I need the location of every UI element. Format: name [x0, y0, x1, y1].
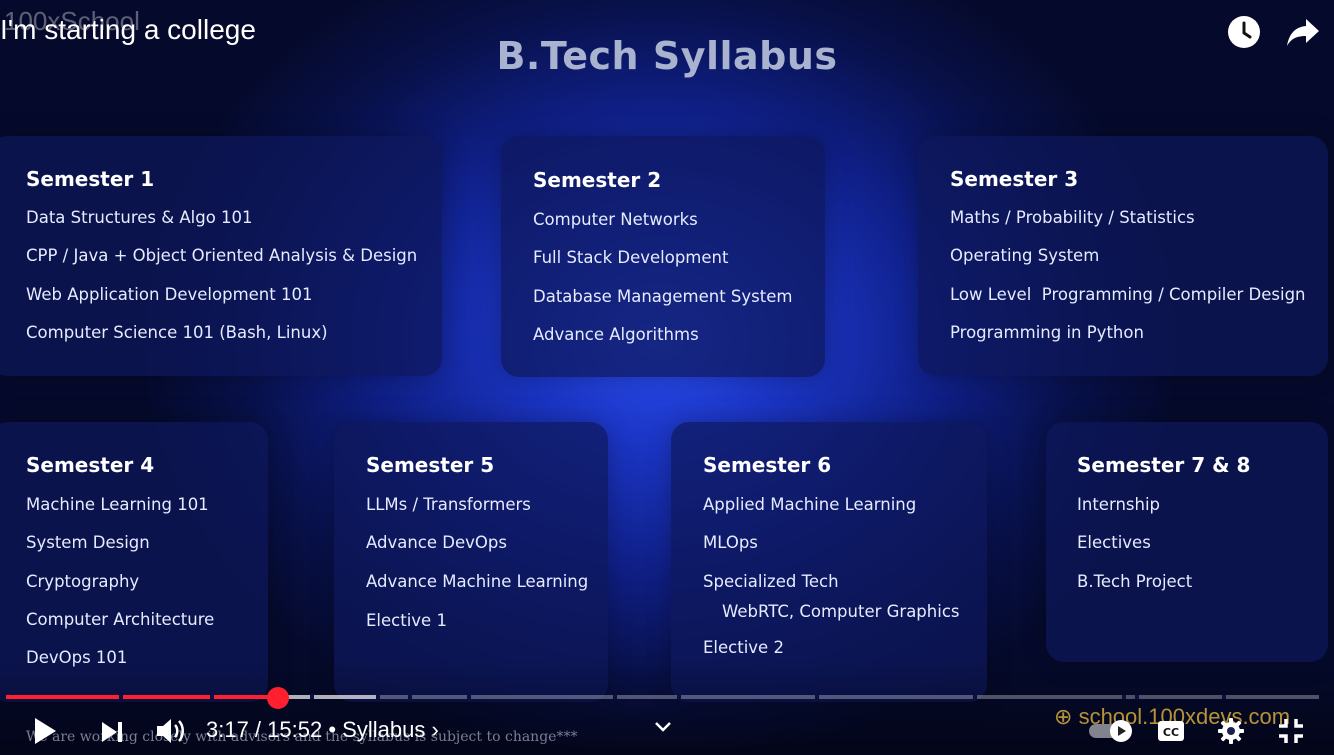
- time-display: 3:17 / 15:52 • Syllabus ›: [206, 717, 439, 743]
- slide-title: B.Tech Syllabus: [496, 34, 838, 78]
- subject-item: Computer Science 101 (Bash, Linux): [26, 323, 328, 342]
- subject-item: Advance DevOps: [366, 533, 507, 552]
- subject-item: Web Application Development 101: [26, 285, 313, 304]
- exit-fullscreen-icon[interactable]: [1276, 716, 1306, 746]
- svg-text:CC: CC: [1163, 726, 1179, 739]
- subject-item: Elective 1: [366, 611, 447, 630]
- subject-item: Computer Networks: [533, 210, 698, 229]
- subject-item: Cryptography: [26, 572, 140, 591]
- semester-title: Semester 7 & 8: [1077, 453, 1251, 477]
- chapter-marker: [408, 695, 412, 699]
- cc-icon[interactable]: CC: [1156, 719, 1186, 743]
- chapter-marker: [1222, 695, 1226, 699]
- chapter-marker: [119, 695, 123, 699]
- chapter-marker: [1122, 695, 1126, 699]
- subject-item: System Design: [26, 533, 150, 552]
- chapter-title[interactable]: Syllabus: [342, 717, 425, 742]
- semester-title: Semester 1: [26, 167, 155, 191]
- subject-sub-item: WebRTC, Computer Graphics: [722, 602, 960, 621]
- chevron-down-icon[interactable]: [652, 717, 674, 737]
- subject-item: Applied Machine Learning: [703, 495, 917, 514]
- chapter-separator: •: [328, 717, 343, 742]
- progress-played: [6, 695, 278, 699]
- semester-card-2: Semester 2 Computer Networks Full Stack …: [501, 136, 825, 377]
- globe-icon: ⊕: [1054, 704, 1073, 729]
- chapter-marker: [613, 695, 617, 699]
- time-value: 3:17 / 15:52: [206, 717, 323, 742]
- semester-card-3: Semester 3 Maths / Probability / Statist…: [918, 136, 1328, 376]
- subject-item: Advance Machine Learning: [366, 572, 589, 591]
- chapter-marker: [973, 695, 977, 699]
- subject-item: Electives: [1077, 533, 1151, 552]
- subject-item: LLMs / Transformers: [366, 495, 531, 514]
- subject-item: Data Structures & Algo 101: [26, 208, 253, 227]
- subject-item: Full Stack Development: [533, 248, 729, 267]
- subject-item: Low Level Programming / Compiler Design: [950, 285, 1306, 304]
- semester-title: Semester 6: [703, 453, 832, 477]
- chapter-chevron[interactable]: ›: [431, 717, 438, 742]
- subject-item: MLOps: [703, 533, 758, 552]
- progress-scrubber[interactable]: [267, 687, 289, 709]
- subject-item: Programming in Python: [950, 323, 1144, 342]
- semester-title: Semester 5: [366, 453, 495, 477]
- semester-title: Semester 4: [26, 453, 155, 477]
- subject-item: Machine Learning 101: [26, 495, 209, 514]
- chapter-marker: [1135, 695, 1139, 699]
- settings-icon[interactable]: [1216, 716, 1246, 746]
- semester-card-7-8: Semester 7 & 8 Internship Electives B.Te…: [1046, 422, 1328, 662]
- subject-item: Database Management System: [533, 287, 793, 306]
- subject-item: Internship: [1077, 495, 1161, 514]
- chapter-marker: [310, 695, 314, 699]
- chapter-marker: [467, 695, 471, 699]
- subject-item: B.Tech Project: [1077, 572, 1193, 591]
- semester-title: Semester 2: [533, 168, 662, 192]
- semester-card-1: Semester 1 Data Structures & Algo 101 CP…: [0, 136, 442, 376]
- subject-item: Operating System: [950, 246, 1100, 265]
- chapter-marker: [210, 695, 214, 699]
- chapter-marker: [677, 695, 681, 699]
- chapter-marker: [815, 695, 819, 699]
- semester-title: Semester 3: [950, 167, 1079, 191]
- subject-item: Computer Architecture: [26, 610, 215, 629]
- subject-item: Maths / Probability / Statistics: [950, 208, 1195, 227]
- chapter-marker: [376, 695, 380, 699]
- subject-item: Advance Algorithms: [533, 325, 699, 344]
- subject-item: Specialized Tech: [703, 572, 839, 591]
- subject-item: Elective 2: [703, 638, 784, 657]
- autoplay-toggle[interactable]: [1086, 719, 1136, 743]
- play-icon[interactable]: [30, 716, 60, 746]
- next-icon[interactable]: [98, 718, 126, 746]
- subject-item: CPP / Java + Object Oriented Analysis & …: [26, 246, 418, 265]
- volume-icon[interactable]: [155, 716, 187, 746]
